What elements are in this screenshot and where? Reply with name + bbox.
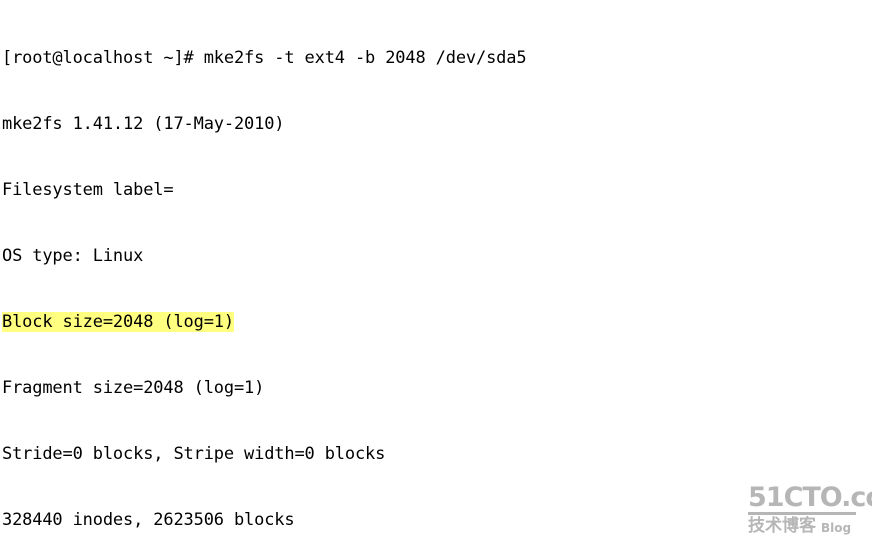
watermark-blog-text: Blog: [821, 521, 852, 535]
highlighted-block-size-text: Block size=2048 (log=1): [2, 312, 234, 332]
terminal-line: Fragment size=2048 (log=1): [2, 378, 265, 398]
terminal-line-highlighted: Block size=2048 (log=1): [2, 311, 779, 333]
terminal-line: 328440 inodes, 2623506 blocks: [2, 510, 295, 530]
terminal-output: [root@localhost ~]# mke2fs -t ext4 -b 20…: [0, 0, 779, 551]
terminal-line: [root@localhost ~]# mke2fs -t ext4 -b 20…: [2, 48, 527, 68]
terminal-line: Stride=0 blocks, Stripe width=0 blocks: [2, 444, 386, 464]
terminal-line: mke2fs 1.41.12 (17-May-2010): [2, 114, 285, 134]
terminal-window[interactable]: [root@localhost ~]# mke2fs -t ext4 -b 20…: [0, 0, 872, 551]
terminal-line: Filesystem label=: [2, 180, 174, 200]
terminal-line: OS type: Linux: [2, 246, 144, 266]
